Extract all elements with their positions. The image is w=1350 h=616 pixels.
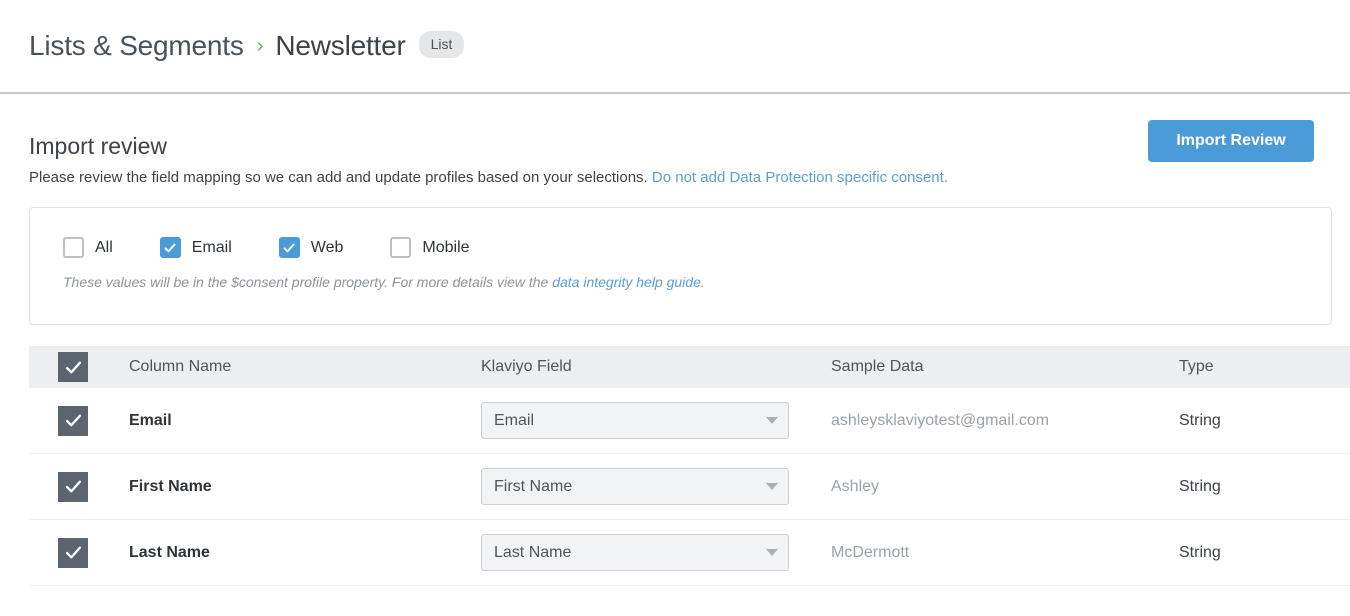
chevron-down-icon xyxy=(766,549,778,556)
header-sample-data: Sample Data xyxy=(831,358,924,375)
klaviyo-field-select-value: First Name xyxy=(494,477,573,495)
data-integrity-help-guide-link[interactable]: data integrity help guide xyxy=(552,274,701,290)
consent-option-email-label: Email xyxy=(191,238,232,256)
checkbox-row-last-name[interactable] xyxy=(58,537,88,568)
checkbox-row-first-name[interactable] xyxy=(58,471,88,502)
cell-column-name: Email xyxy=(129,411,172,429)
consent-helper-text: These values will be in the $consent pro… xyxy=(63,274,1331,290)
cell-klaviyo-field: Email xyxy=(481,402,831,439)
check-icon xyxy=(65,414,81,427)
row-select-cell xyxy=(29,471,129,502)
cell-sample-data: McDermott xyxy=(831,543,910,561)
section-description-text: Please review the field mapping so we ca… xyxy=(29,169,648,186)
consent-option-mobile-label: Mobile xyxy=(422,238,470,256)
klaviyo-field-select[interactable]: Last Name xyxy=(481,534,789,571)
consent-helper-suffix: . xyxy=(700,274,705,290)
import-review-button[interactable]: Import Review xyxy=(1148,120,1314,162)
check-icon xyxy=(65,546,81,559)
checkbox-email[interactable] xyxy=(159,237,181,258)
consent-option-web-label: Web xyxy=(310,238,344,256)
consent-option-mobile[interactable]: Mobile xyxy=(390,237,470,258)
table-row: Email Email ashleysklaviyotest@gmail.com… xyxy=(29,388,1350,454)
cell-type: String xyxy=(1179,411,1221,429)
data-protection-consent-link[interactable]: Do not add Data Protection specific cons… xyxy=(652,169,948,186)
header-type: Type xyxy=(1179,358,1214,375)
row-select-cell xyxy=(29,405,129,436)
klaviyo-field-select[interactable]: Email xyxy=(481,402,789,439)
cell-klaviyo-field: First Name xyxy=(481,468,831,505)
cell-column-name: First Name xyxy=(129,477,212,495)
cell-klaviyo-field: Last Name xyxy=(481,534,831,571)
status-badge: List xyxy=(418,30,465,58)
chevron-right-icon: › xyxy=(256,35,264,57)
consent-helper-prefix: These values will be in the $consent pro… xyxy=(63,274,553,290)
klaviyo-field-select-value: Last Name xyxy=(494,543,572,561)
consent-option-all[interactable]: All xyxy=(63,237,113,258)
table-header-row: Column Name Klaviyo Field Sample Data Ty… xyxy=(29,346,1350,388)
check-icon xyxy=(65,361,81,373)
page-title: Newsletter xyxy=(275,30,406,61)
chevron-down-icon xyxy=(766,483,778,490)
header-column-name: Column Name xyxy=(129,358,232,375)
consent-option-email[interactable]: Email xyxy=(159,237,232,258)
field-mapping-table: Column Name Klaviyo Field Sample Data Ty… xyxy=(29,346,1350,586)
check-icon xyxy=(164,243,176,252)
klaviyo-field-select-value: Email xyxy=(494,411,535,429)
import-review-header: Import review Please review the field ma… xyxy=(29,94,1332,186)
header-klaviyo-field: Klaviyo Field xyxy=(481,358,572,375)
consent-options: All Email Web Mobile xyxy=(63,237,1331,258)
check-icon xyxy=(283,243,295,252)
chevron-down-icon xyxy=(766,417,778,424)
cell-sample-data: ashleysklaviyotest@gmail.com xyxy=(831,411,1050,429)
checkbox-select-all[interactable] xyxy=(58,352,88,382)
breadcrumb: Lists & Segments › Newsletter List xyxy=(0,0,1350,92)
cell-column-name: Last Name xyxy=(129,543,210,561)
consent-panel: All Email Web Mobile These values will b… xyxy=(29,207,1332,325)
table-row: Last Name Last Name McDermott String xyxy=(29,520,1350,586)
breadcrumb-link-lists-segments[interactable]: Lists & Segments xyxy=(29,30,244,62)
check-icon xyxy=(65,480,81,493)
checkbox-all[interactable] xyxy=(63,237,84,258)
cell-type: String xyxy=(1179,543,1221,561)
table-row: First Name First Name Ashley String xyxy=(29,454,1350,520)
cell-type: String xyxy=(1179,477,1221,495)
section-title: Import review xyxy=(29,133,168,159)
klaviyo-field-select[interactable]: First Name xyxy=(481,468,789,505)
import-review-section: Import review Please review the field ma… xyxy=(0,94,1350,586)
checkbox-web[interactable] xyxy=(278,237,300,258)
row-select-cell xyxy=(29,537,129,568)
cell-sample-data: Ashley xyxy=(831,477,880,495)
consent-option-web[interactable]: Web xyxy=(278,237,344,258)
checkbox-mobile[interactable] xyxy=(390,237,412,258)
consent-option-all-label: All xyxy=(95,238,113,256)
checkbox-row-email[interactable] xyxy=(58,405,88,436)
section-description: Please review the field mapping so we ca… xyxy=(29,169,1332,186)
header-select-all-cell xyxy=(29,352,129,382)
